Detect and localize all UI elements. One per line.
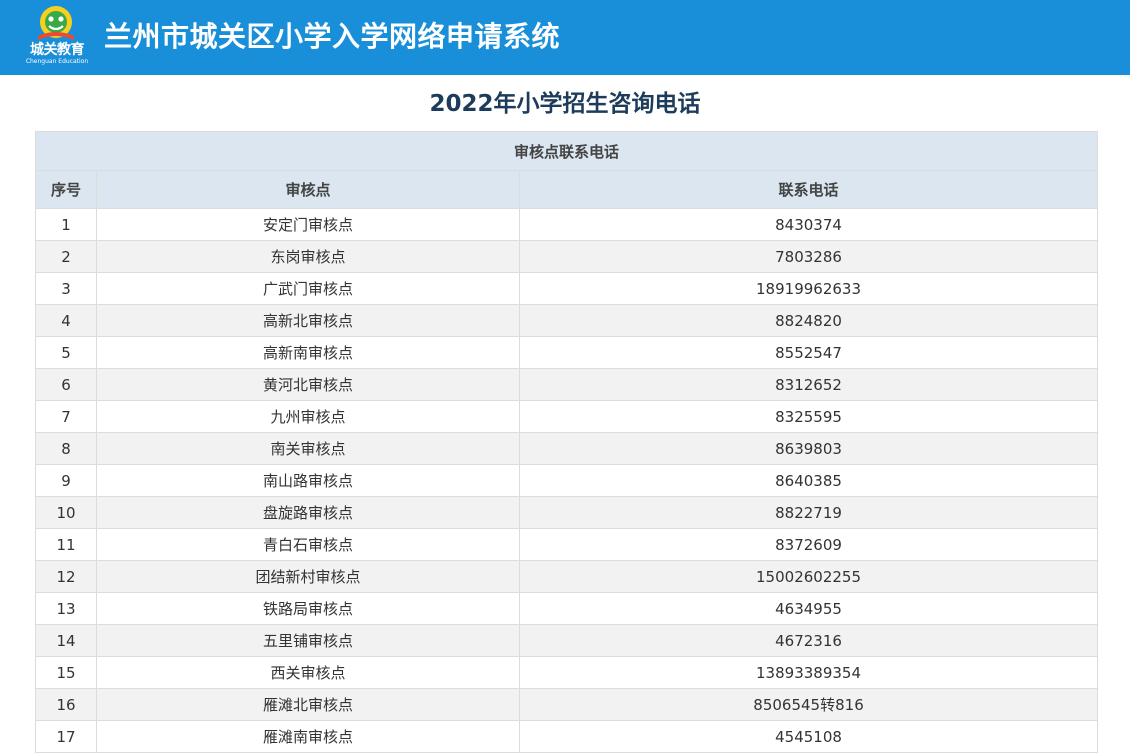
table-row: 15 西关审核点 13893389354 [35,656,1099,689]
row-number: 16 [35,688,97,721]
site-title: 兰州市城关区小学入学网络申请系统 [104,20,561,53]
review-site-name: 安定门审核点 [96,208,520,241]
review-site-name: 黄河北审核点 [96,368,520,401]
row-number: 12 [35,560,97,593]
table-row: 13 铁路局审核点 4634955 [35,592,1099,625]
contact-phone: 8430374 [518,208,1099,241]
table-row: 16 雁滩北审核点 8506545转816 [35,688,1099,721]
contact-phone: 8639803 [518,432,1099,465]
table-row: 1 安定门审核点 8430374 [35,208,1099,241]
contact-phone: 8640385 [518,464,1099,497]
table-row: 7 九州审核点 8325595 [35,400,1099,433]
table-row: 14 五里铺审核点 4672316 [35,624,1099,657]
row-number: 4 [35,304,97,337]
table-row: 12 团结新村审核点 15002602255 [35,560,1099,593]
logo-badge-icon [38,6,74,40]
review-site-name: 青白石审核点 [96,528,520,561]
review-site-name: 九州审核点 [96,400,520,433]
review-site-name: 南山路审核点 [96,464,520,497]
page-title: 2022年小学招生咨询电话 [429,91,701,117]
review-site-name: 西关审核点 [96,656,520,689]
row-number: 11 [35,528,97,561]
review-site-name: 雁滩南审核点 [96,720,520,753]
row-number: 10 [35,496,97,529]
logo-text: 城关教育 [30,42,85,58]
table-row: 8 南关审核点 8639803 [35,432,1099,465]
table-row: 4 高新北审核点 8824820 [35,304,1099,337]
contact-phone: 18919962633 [518,272,1099,305]
contact-phone: 8325595 [518,400,1099,433]
table-row: 5 高新南审核点 8552547 [35,336,1099,369]
row-number: 8 [35,432,97,465]
review-site-name: 铁路局审核点 [96,592,520,625]
contact-phone: 15002602255 [518,560,1099,593]
row-number: 13 [35,592,97,625]
column-header-phone: 联系电话 [518,170,1099,209]
contact-phone: 7803286 [518,240,1099,273]
review-site-name: 南关审核点 [96,432,520,465]
table-caption-row: 审核点联系电话 [34,131,1099,171]
contact-phone: 8822719 [518,496,1099,529]
review-site-name: 盘旋路审核点 [96,496,520,529]
table-caption: 审核点联系电话 [34,131,1099,171]
review-site-name: 五里铺审核点 [96,624,520,657]
row-number: 3 [35,272,97,305]
row-number: 9 [35,464,97,497]
column-header-site: 审核点 [96,170,520,209]
contact-phone: 8506545转816 [518,688,1099,721]
logo-subtext: Chenguan Education [25,58,89,65]
contact-phone: 4545108 [518,720,1099,753]
row-number: 1 [35,208,97,241]
table-body: 1 安定门审核点 8430374 2 东岗审核点 7803286 3 广武门审核点 189199… [35,208,1099,753]
review-site-name: 高新北审核点 [96,304,520,337]
row-number: 2 [35,240,97,273]
table-row: 3 广武门审核点 18919962633 [35,272,1099,305]
row-number: 6 [35,368,97,401]
review-site-name: 团结新村审核点 [96,560,520,593]
table-header-row: 序号 审核点 联系电话 [35,170,1099,209]
table-row: 11 青白石审核点 8372609 [35,528,1099,561]
table-row: 2 东岗审核点 7803286 [35,240,1099,273]
review-site-name: 东岗审核点 [96,240,520,273]
site-header: 城关教育 Chenguan Education 兰州市城关区小学入学网络申请系统 [0,0,1130,75]
contact-phone: 13893389354 [518,656,1099,689]
review-site-name: 广武门审核点 [96,272,520,305]
contact-phone: 8312652 [518,368,1099,401]
table-row: 17 雁滩南审核点 4545108 [35,720,1099,753]
row-number: 15 [35,656,97,689]
contact-phone: 8552547 [518,336,1099,369]
review-site-name: 高新南审核点 [96,336,520,369]
table-row: 6 黄河北审核点 8312652 [35,368,1099,401]
table-row: 10 盘旋路审核点 8822719 [35,496,1099,529]
row-number: 14 [35,624,97,657]
contact-phone: 8372609 [518,528,1099,561]
row-number: 5 [35,336,97,369]
row-number: 7 [35,400,97,433]
row-number: 17 [35,720,97,753]
contact-phone: 4634955 [518,592,1099,625]
contact-phone: 4672316 [518,624,1099,657]
review-site-name: 雁滩北审核点 [96,688,520,721]
contact-table: 审核点联系电话 序号 审核点 联系电话 1 安定门审核点 8430374 2 东岗审核点… [34,131,1099,753]
column-header-no: 序号 [35,170,97,209]
table-row: 9 南山路审核点 8640385 [35,464,1099,497]
contact-phone: 8824820 [518,304,1099,337]
chengguan-education-logo[interactable]: 城关教育 Chenguan Education [22,4,92,70]
